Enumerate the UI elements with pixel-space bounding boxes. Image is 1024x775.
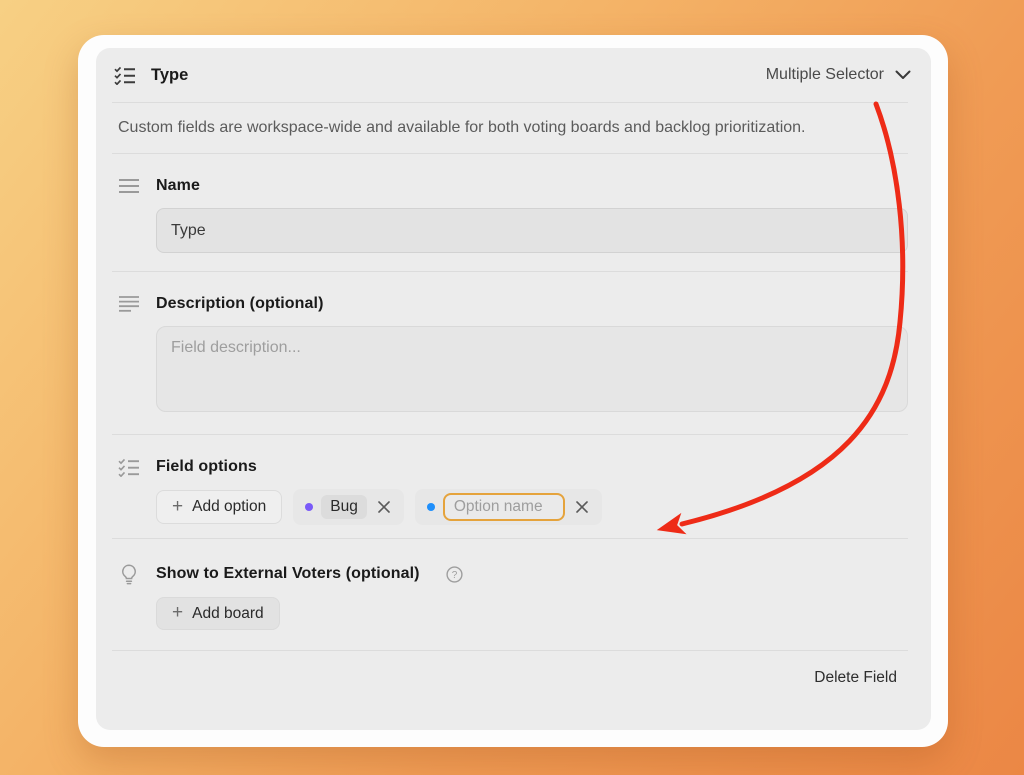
name-section: Name	[96, 154, 931, 271]
plus-icon: +	[172, 497, 183, 516]
add-option-button[interactable]: + Add option	[156, 490, 282, 524]
lightbulb-icon	[118, 564, 140, 585]
custom-field-panel: Type Multiple Selector Custom fields are…	[96, 48, 931, 730]
option-chip-bug[interactable]: Bug	[293, 489, 404, 525]
delete-field-button[interactable]: Delete Field	[814, 669, 897, 686]
field-options-row: + Add option Bug	[156, 489, 908, 525]
external-voters-section: Show to External Voters (optional) ? + A…	[96, 539, 931, 650]
name-input[interactable]	[156, 208, 908, 253]
description-label: Description (optional)	[156, 295, 324, 313]
name-label: Name	[156, 177, 200, 195]
panel-header: Type Multiple Selector	[96, 48, 931, 102]
external-voters-label: Show to External Voters (optional)	[156, 565, 420, 583]
field-options-label: Field options	[156, 458, 257, 476]
svg-text:?: ?	[451, 570, 457, 581]
option-color-dot	[427, 503, 435, 511]
option-name-input[interactable]	[443, 493, 565, 521]
add-board-label: Add board	[192, 605, 264, 623]
help-icon[interactable]: ?	[446, 566, 463, 583]
text-paragraph-icon	[118, 295, 140, 313]
field-type-dropdown[interactable]: Multiple Selector	[766, 66, 911, 84]
card-outer: Type Multiple Selector Custom fields are…	[78, 35, 948, 747]
panel-description: Custom fields are workspace-wide and ava…	[118, 116, 818, 140]
remove-option-icon[interactable]	[375, 498, 393, 516]
add-option-label: Add option	[192, 498, 266, 516]
plus-icon: +	[172, 603, 183, 622]
lines-icon	[118, 178, 140, 194]
option-name[interactable]: Bug	[321, 495, 367, 519]
checklist-icon	[114, 66, 136, 85]
field-type-value: Multiple Selector	[766, 66, 884, 84]
chevron-down-icon	[895, 70, 911, 80]
option-chip-editing[interactable]	[415, 489, 602, 525]
checklist-icon	[118, 458, 140, 477]
description-section: Description (optional)	[96, 272, 931, 434]
option-color-dot	[305, 503, 313, 511]
add-board-button[interactable]: + Add board	[156, 597, 280, 630]
divider	[112, 102, 908, 103]
remove-option-icon[interactable]	[573, 498, 591, 516]
description-textarea[interactable]	[156, 326, 908, 412]
panel-footer: Delete Field	[96, 651, 931, 687]
field-options-section: Field options + Add option Bug	[96, 435, 931, 538]
panel-title: Type	[151, 66, 188, 85]
